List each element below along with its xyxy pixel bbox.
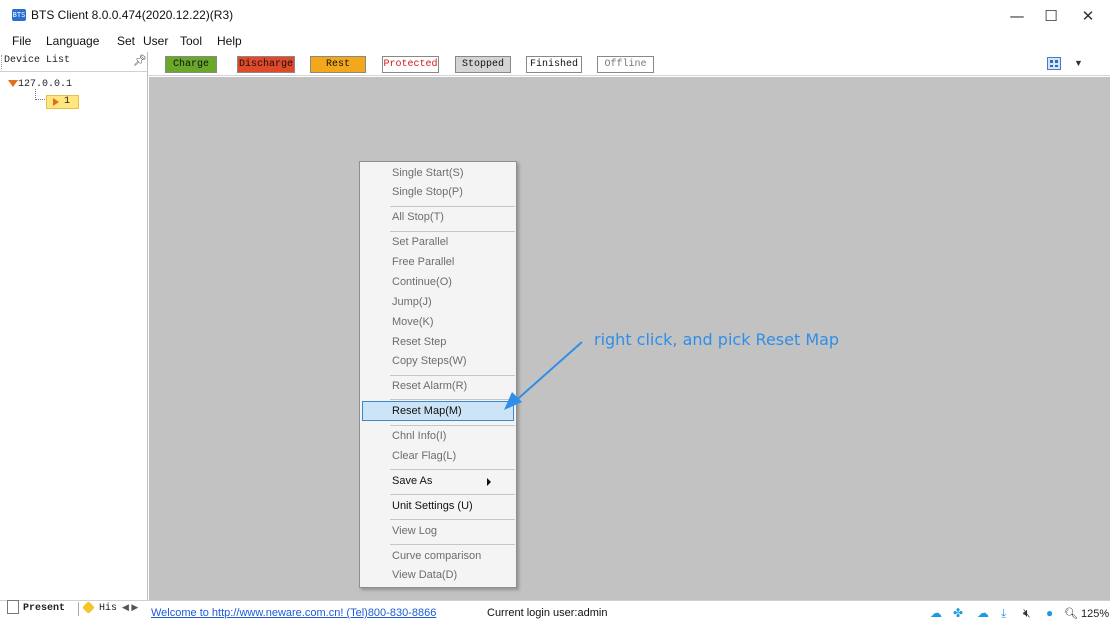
fan-icon[interactable]: ✤ <box>953 606 963 620</box>
annotation-arrow <box>504 341 583 410</box>
menu-move[interactable]: Move(K) <box>392 316 434 328</box>
chat-icon[interactable]: ● <box>1046 606 1053 620</box>
menu-jump[interactable]: Jump(J) <box>392 296 432 308</box>
menu-separator <box>390 231 515 232</box>
tree-connector <box>35 89 45 100</box>
annotation-text: right click, and pick Reset Map <box>594 330 840 349</box>
close-button[interactable]: ✕ <box>1066 0 1110 32</box>
expand-triangle-icon[interactable] <box>8 80 18 87</box>
context-menu: Single Start(S) Single Stop(P) All Stop(… <box>359 161 517 588</box>
menu-help[interactable]: Help <box>217 34 242 48</box>
menu-copy-steps[interactable]: Copy Steps(W) <box>392 355 467 367</box>
menu-single-stop[interactable]: Single Stop(P) <box>392 186 463 198</box>
tab-history[interactable]: His <box>99 603 117 614</box>
menu-single-start[interactable]: Single Start(S) <box>392 167 464 179</box>
panel-grip[interactable] <box>1 55 2 69</box>
menu-reset-map[interactable]: Reset Map(M) <box>392 405 462 417</box>
chevron-down-icon[interactable]: ▼ <box>1074 58 1083 68</box>
menu-save-as[interactable]: Save As <box>392 475 432 487</box>
submenu-arrow-icon <box>487 478 491 486</box>
menu-set[interactable]: Set <box>117 34 135 48</box>
title-bar: BTS BTS Client 8.0.0.474(2020.12.22)(R3)… <box>0 0 1110 32</box>
legend-stopped: Stopped <box>455 56 511 73</box>
menu-clear-flag[interactable]: Clear Flag(L) <box>392 450 456 462</box>
menu-separator <box>390 375 515 376</box>
tab-scroll-arrows[interactable]: ◀ ▶ <box>122 602 138 613</box>
legend-protected: Protected <box>382 56 439 73</box>
device-list-header: Device List 📌︎ <box>0 52 148 72</box>
device-list-title: Device List <box>4 55 71 66</box>
zoom-level[interactable]: 🔍︎ 125% <box>1064 607 1109 620</box>
menu-separator <box>390 469 515 470</box>
menu-language[interactable]: Language <box>46 34 99 48</box>
menu-view-data[interactable]: View Data(D) <box>392 569 457 581</box>
legend-discharge: Discharge <box>237 56 295 73</box>
menu-tool[interactable]: Tool <box>180 34 202 48</box>
menu-continue[interactable]: Continue(O) <box>392 276 452 288</box>
menu-unit-settings[interactable]: Unit Settings (U) <box>392 500 473 512</box>
mute-icon[interactable]: 🔇︎ <box>1023 606 1031 621</box>
menu-curve-comparison[interactable]: Curve comparison <box>392 550 481 562</box>
menu-free-parallel[interactable]: Free Parallel <box>392 256 454 268</box>
menu-separator <box>390 544 515 545</box>
legend-rest: Rest <box>310 56 366 73</box>
tree-item-unit-label: 1 <box>64 96 71 107</box>
menu-user[interactable]: User <box>143 34 168 48</box>
zoom-value: 125% <box>1081 608 1110 620</box>
login-status: Current login user:admin <box>487 607 608 619</box>
download-icon[interactable]: ⤓ <box>1001 606 1006 621</box>
menu-reset-step[interactable]: Reset Step <box>392 336 446 348</box>
menu-reset-alarm[interactable]: Reset Alarm(R) <box>392 380 467 392</box>
present-tab-icon <box>7 600 19 614</box>
menu-view-log[interactable]: View Log <box>392 525 437 537</box>
pin-icon[interactable]: 📌︎ <box>133 54 147 67</box>
menu-separator <box>390 399 515 400</box>
app-icon: BTS <box>12 9 26 21</box>
tab-divider <box>78 602 79 616</box>
legend-charge: Charge <box>165 56 217 73</box>
device-list-panel <box>0 72 148 600</box>
weather-icon[interactable]: ☁ <box>977 606 989 620</box>
legend-offline: Offline <box>597 56 654 73</box>
window-title: BTS Client 8.0.0.474(2020.12.22)(R3) <box>31 8 234 22</box>
menu-separator <box>390 519 515 520</box>
menu-separator <box>390 425 515 426</box>
menu-file[interactable]: File <box>12 34 31 48</box>
menu-separator <box>390 206 515 207</box>
cloud-icon[interactable]: ☁ <box>930 606 942 620</box>
tree-item-unit[interactable]: 1 <box>46 95 79 109</box>
menu-bar: File Language Set User Tool Help <box>0 33 1110 51</box>
tree-item-host[interactable]: 127.0.0.1 <box>18 79 72 90</box>
unit-arrow-icon <box>53 98 59 106</box>
legend-finished: Finished <box>526 56 582 73</box>
welcome-link[interactable]: Welcome to http://www.neware.com.cn! (Te… <box>151 607 436 619</box>
menu-all-stop[interactable]: All Stop(T) <box>392 211 444 223</box>
menu-separator <box>390 494 515 495</box>
menu-set-parallel[interactable]: Set Parallel <box>392 236 448 248</box>
menu-chnl-info[interactable]: Chnl Info(I) <box>392 430 446 442</box>
grid-view-icon[interactable] <box>1047 57 1061 70</box>
tab-present[interactable]: Present <box>23 603 65 614</box>
